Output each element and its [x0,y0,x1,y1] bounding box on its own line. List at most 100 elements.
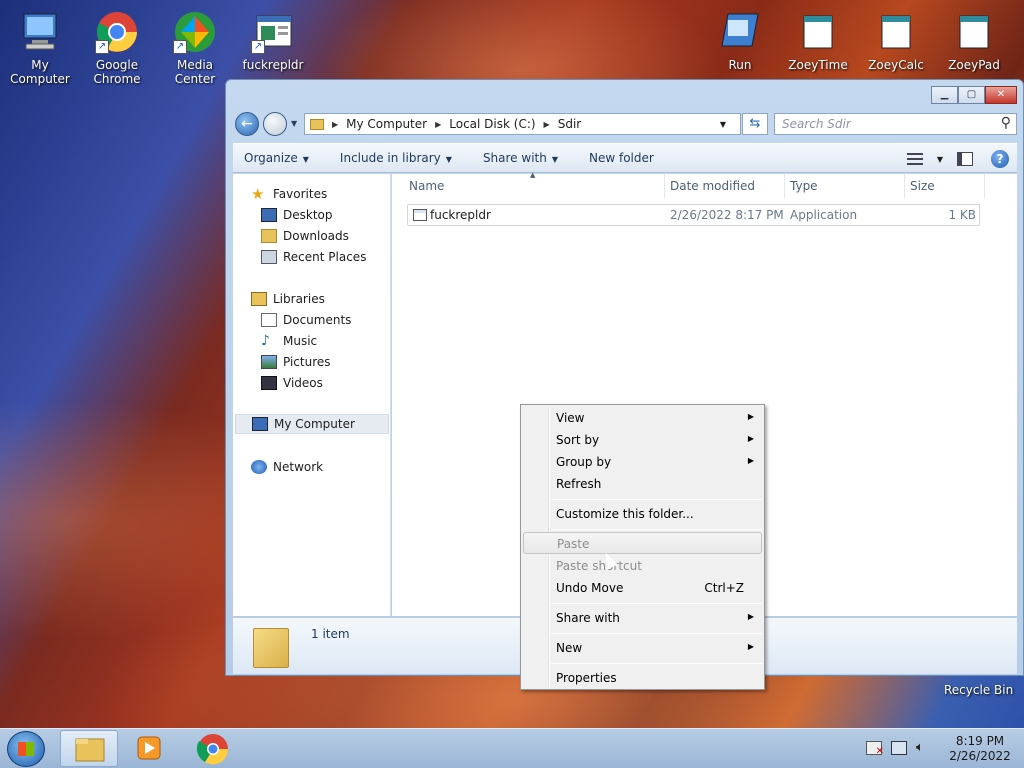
desktop-icon-zoeypad[interactable]: ZoeyPad [934,2,1014,72]
share-with-button[interactable]: Share with ▼ [483,151,558,165]
menu-item-view[interactable]: View ▶ [523,407,762,429]
submenu-arrow-icon: ▶ [747,612,754,621]
libraries-icon [251,292,267,306]
column-divider [664,174,665,198]
help-icon[interactable]: ? [991,150,1009,168]
clock-date: 2/26/2022 [949,749,1011,763]
shortcut-label: Ctrl+Z [704,581,744,595]
refresh-button[interactable]: ⇆ [742,113,768,135]
new-folder-button[interactable]: New folder [589,151,654,165]
breadcrumb-sdir[interactable]: Sdir [558,117,582,131]
menu-item-share-with[interactable]: Share with ▶ [523,607,762,629]
menu-item-new[interactable]: New ▶ [523,637,762,659]
chevron-down-icon: ▼ [445,155,452,164]
chevron-right-icon[interactable]: ▶ [544,120,550,129]
desktop-icon [261,208,277,222]
nav-network[interactable]: Network [251,457,323,477]
item-count: 1 item [311,627,350,641]
desktop-icon-media-center[interactable]: ↗ Media Center [155,2,235,86]
nav-downloads[interactable]: Downloads [261,226,349,246]
taskbar-chrome[interactable] [184,730,242,767]
column-headers: Name ▲ Date modified Type Size [392,171,985,198]
nav-documents[interactable]: Documents [261,310,351,330]
computer-icon [252,417,268,431]
menu-item-group-by[interactable]: Group by ▶ [523,451,762,473]
menu-separator [551,499,762,500]
desktop-icon-chrome[interactable]: ↗ Google Chrome [77,2,157,86]
start-button[interactable] [7,731,45,767]
nav-music[interactable]: ♪ Music [261,331,317,351]
clock-time: 8:19 PM [955,734,1005,748]
volume-icon[interactable]: 🔈︎ [916,741,932,755]
column-name[interactable]: Name [409,179,444,193]
organize-button[interactable]: Organize ▼ [244,151,309,165]
chrome-icon [196,734,229,765]
chevron-right-icon[interactable]: ▶ [435,120,441,129]
taskbar-media-player[interactable] [120,730,178,767]
desktop-icon-zoeycalc[interactable]: ZoeyCalc [856,2,936,72]
menu-item-undo-move[interactable]: Undo Move Ctrl+Z [523,577,762,599]
menu-separator [551,633,762,634]
minimize-button[interactable]: ▁ [931,86,958,104]
column-date[interactable]: Date modified [670,179,755,193]
shortcut-arrow-icon: ↗ [173,40,187,54]
menu-item-customize-folder[interactable]: Customize this folder... [523,503,762,525]
include-in-library-button[interactable]: Include in library ▼ [340,151,452,165]
change-view-icon[interactable] [906,153,923,165]
close-button[interactable]: ✕ [985,86,1017,104]
menu-item-paste[interactable]: Paste [523,532,762,554]
nav-videos[interactable]: Videos [261,373,323,393]
action-center-icon[interactable]: ✕ [866,741,884,757]
recent-pages-dropdown-icon[interactable]: ▼ [291,119,297,128]
column-type[interactable]: Type [790,179,818,193]
folder-icon [75,738,105,762]
desktop-icon-my-computer[interactable]: My Computer [0,2,80,86]
menu-item-paste-shortcut[interactable]: Paste shortcut [523,555,762,577]
menu-separator [551,663,762,664]
command-bar: Organize ▼ Include in library ▼ Share with… [233,143,1017,173]
chevron-right-icon[interactable]: ▶ [332,120,338,129]
windows-logo-icon [18,742,34,756]
clock[interactable]: 8:19 PM 2/26/2022 [940,734,1020,764]
context-menu: View ▶ Sort by ▶ Group by ▶ Refresh Customi… [520,404,765,690]
nav-desktop[interactable]: Desktop [261,205,333,225]
menu-item-properties[interactable]: Properties [523,667,762,689]
file-date: 2/26/2022 8:17 PM [670,208,784,222]
desktop-icon-app[interactable]: ↗ fuckrepldr [233,2,313,72]
menu-item-sort-by[interactable]: Sort by ▶ [523,429,762,451]
breadcrumb-my-computer[interactable]: My Computer [346,117,427,131]
preview-pane-icon[interactable] [957,152,973,166]
file-size: 1 KB [948,208,976,222]
chevron-down-icon[interactable]: ▼ [937,155,943,164]
forward-button[interactable] [263,112,287,136]
shortcut-arrow-icon: ↗ [95,40,109,54]
taskbar-explorer[interactable] [60,730,118,767]
file-name: fuckrepldr [430,208,491,222]
nav-libraries[interactable]: Libraries [251,289,325,309]
recent-places-icon [261,250,277,264]
recycle-bin-label[interactable]: Recycle Bin [944,683,1013,697]
taskbar: ✕ 🔈︎ 8:19 PM 2/26/2022 [0,728,1024,768]
address-dropdown-icon[interactable]: ▼ [720,120,726,129]
column-divider [904,174,905,198]
nav-pictures[interactable]: Pictures [261,352,331,372]
menu-item-refresh[interactable]: Refresh [523,473,762,495]
search-icon: ⚲ [1000,115,1011,131]
desktop-icon-zoeytime[interactable]: ZoeyTime [778,2,858,72]
network-icon[interactable] [891,741,907,755]
search-input[interactable]: Search Sdir ⚲ [774,113,1017,135]
nav-favorites[interactable]: ★ Favorites [251,184,327,204]
file-row[interactable]: fuckrepldr 2/26/2022 8:17 PM Application… [407,204,980,226]
zoeypad-icon [952,10,996,54]
desktop-icon-run[interactable]: Run [700,2,780,72]
column-divider [984,174,985,198]
nav-my-computer[interactable]: My Computer [235,414,389,434]
maximize-button[interactable]: ▢ [958,86,985,104]
videos-icon [261,376,277,390]
address-bar[interactable]: ▶ My Computer ▶ Local Disk (C:) ▶ Sdir ▼ [304,113,741,135]
nav-recent-places[interactable]: Recent Places [261,247,366,267]
back-button[interactable]: ← [235,112,259,136]
column-size[interactable]: Size [910,179,935,193]
run-icon [718,10,762,54]
breadcrumb-local-disk[interactable]: Local Disk (C:) [449,117,535,131]
